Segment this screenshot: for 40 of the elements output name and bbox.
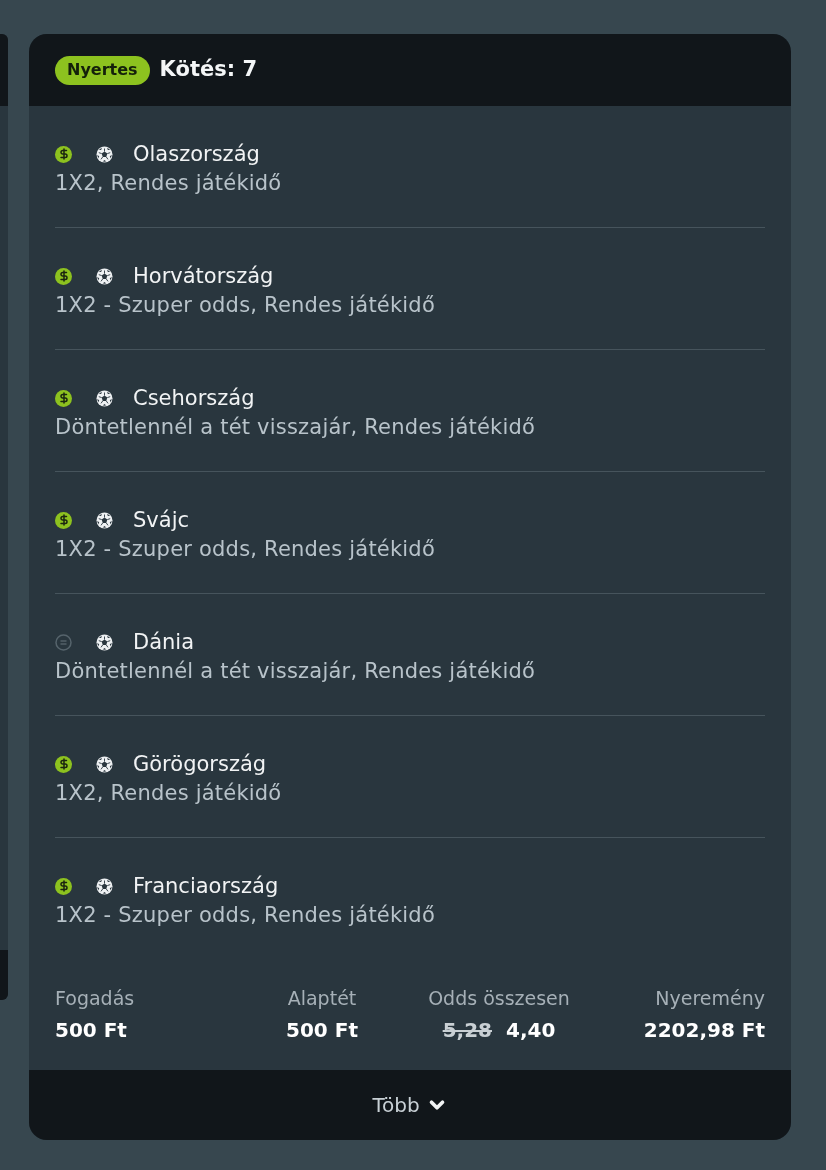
market-name: 1X2 - Szuper odds, Rendes játékidő [55,536,435,563]
soccer-ball-icon [96,877,113,895]
soccer-ball-icon [96,267,113,285]
market-name: Döntetlennél a tét visszajár, Rendes játékidő [55,658,536,685]
dollar-icon [55,267,72,285]
summary-label: Alaptét [287,986,357,1010]
market-name: 1X2, Rendes játékidő [55,170,282,197]
soccer-ball-icon [96,755,113,773]
team-name: Franciaország [133,873,279,899]
status-badge: Nyertes [55,55,150,85]
equals-circle-icon [55,633,72,651]
dollar-icon [55,755,72,773]
summary-label: Odds összesen [428,986,570,1010]
soccer-ball-icon [96,511,113,529]
team-name: Olaszország [133,141,260,167]
summary-label: Fogadás [55,986,135,1010]
summary-label: Nyeremény [655,986,765,1010]
team-name: Görögország [133,751,267,777]
market-name: 1X2, Rendes játékidő [55,780,282,807]
dollar-icon [55,145,72,163]
soccer-ball-icon [96,389,113,407]
dollar-icon [55,877,72,895]
more-button[interactable]: Több [29,1070,791,1140]
soccer-ball-icon [96,633,113,651]
dollar-icon [55,389,72,407]
old-odds-value: 5,28 [442,1017,492,1043]
summary-value: 500 Ft [55,1017,127,1043]
bet-title: Kötés: 7 [159,56,258,84]
team-name: Dánia [133,629,195,655]
team-name: Csehország [133,385,255,411]
team-name: Horvátország [133,263,274,289]
team-name: Svájc [133,507,189,533]
market-name: 1X2 - Szuper odds, Rendes játékidő [55,292,435,319]
soccer-ball-icon [96,145,113,163]
summary-value: 4,40 [506,1017,556,1043]
market-name: 1X2 - Szuper odds, Rendes játékidő [55,902,435,929]
market-name: Döntetlennél a tét visszajár, Rendes játékidő [55,414,536,441]
dollar-icon [55,511,72,529]
summary-value: 2202,98 Ft [643,1017,765,1043]
summary-value: 500 Ft [286,1017,358,1043]
